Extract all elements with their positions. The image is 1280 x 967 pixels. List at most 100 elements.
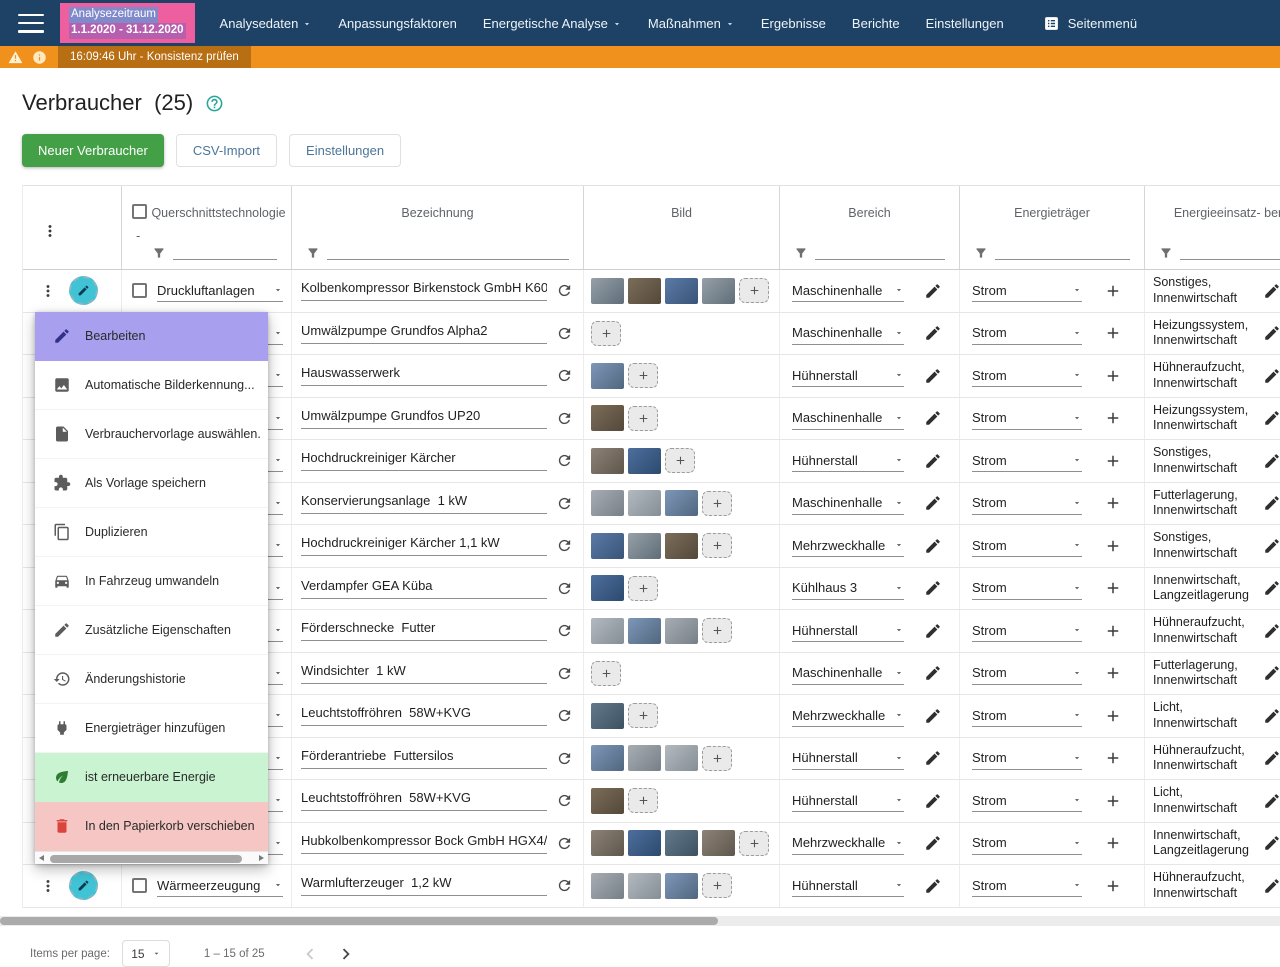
menu-item-in-den-papierkorb-verschieben[interactable]: In den Papierkorb verschieben [35,802,268,851]
add-energietraeger-button[interactable] [1104,282,1122,300]
refresh-name-button[interactable] [556,537,573,554]
name-input[interactable]: Umwälzpumpe Grundfos UP20 [301,408,547,429]
header-menu-button[interactable] [41,222,59,240]
energietraeger-select[interactable]: Strom [972,364,1082,387]
filter-icon[interactable] [794,246,808,260]
name-input[interactable]: Verdampfer GEA Küba [301,578,547,599]
filter-input[interactable] [815,248,945,260]
add-image-button[interactable] [628,406,658,431]
filter-input[interactable] [995,248,1130,260]
energietraeger-select[interactable]: Strom [972,407,1082,430]
add-energietraeger-button[interactable] [1104,834,1122,852]
bereich-select[interactable]: Mehrzweckhalle [792,832,904,855]
refresh-name-button[interactable] [556,877,573,894]
edit-bereich-button[interactable] [924,792,942,810]
energietraeger-select[interactable]: Strom [972,619,1082,642]
settings-button[interactable]: Einstellungen [289,134,401,167]
nav-item-einstellungen[interactable]: Einstellungen [913,0,1017,46]
menu-item-ist-erneuerbare-energie[interactable]: ist erneuerbare Energie [35,753,268,802]
edit-bereich-button[interactable] [924,282,942,300]
nav-item-anpassungsfaktoren[interactable]: Anpassungsfaktoren [325,0,470,46]
menu-scrollbar-thumb[interactable] [50,855,242,863]
add-energietraeger-button[interactable] [1104,622,1122,640]
energietraeger-select[interactable]: Strom [972,704,1082,727]
add-image-button[interactable] [628,788,658,813]
menu-item-energieträger-hinzufügen[interactable]: Energieträger hinzufügen [35,704,268,753]
add-energietraeger-button[interactable] [1104,452,1122,470]
edit-bereich-button[interactable] [924,877,942,895]
name-input[interactable]: Konservierungsanlage 1 kW [301,493,547,514]
image-thumbnail[interactable] [665,618,698,644]
row-menu-button[interactable] [39,282,57,300]
add-energietraeger-button[interactable] [1104,792,1122,810]
image-thumbnail[interactable] [628,278,661,304]
image-thumbnail[interactable] [591,873,624,899]
edit-energieeinsatz-button[interactable] [1263,622,1280,640]
refresh-name-button[interactable] [556,495,573,512]
image-thumbnail[interactable] [628,490,661,516]
new-consumer-button[interactable]: Neuer Verbraucher [22,134,164,167]
image-thumbnail[interactable] [591,830,624,856]
refresh-name-button[interactable] [556,792,573,809]
refresh-name-button[interactable] [556,282,573,299]
edit-energieeinsatz-button[interactable] [1263,749,1280,767]
bereich-select[interactable]: Hühnerstall [792,449,904,472]
refresh-name-button[interactable] [556,750,573,767]
bereich-select[interactable]: Hühnerstall [792,364,904,387]
edit-energieeinsatz-button[interactable] [1263,367,1280,385]
bereich-select[interactable]: Kühlhaus 3 [792,577,904,600]
edit-energieeinsatz-button[interactable] [1263,664,1280,682]
edit-bereich-button[interactable] [924,537,942,555]
edit-row-button[interactable] [69,871,98,900]
edit-bereich-button[interactable] [924,494,942,512]
edit-energieeinsatz-button[interactable] [1263,877,1280,895]
image-thumbnail[interactable] [702,278,735,304]
edit-bereich-button[interactable] [924,622,942,640]
nav-item-ergebnisse[interactable]: Ergebnisse [748,0,839,46]
next-page-button[interactable] [335,943,357,965]
bereich-select[interactable]: Mehrzweckhalle [792,704,904,727]
refresh-name-button[interactable] [556,452,573,469]
image-thumbnail[interactable] [628,618,661,644]
filter-input[interactable] [173,248,277,260]
name-input[interactable]: Windsichter 1 kW [301,663,547,684]
refresh-name-button[interactable] [556,325,573,342]
scroll-left-arrow[interactable] [39,855,44,861]
image-thumbnail[interactable] [591,745,624,771]
bereich-select[interactable]: Hühnerstall [792,619,904,642]
image-thumbnail[interactable] [665,873,698,899]
horizontal-scrollbar[interactable] [0,916,1280,926]
energietraeger-select[interactable]: Strom [972,832,1082,855]
help-icon[interactable] [205,94,224,113]
bereich-select[interactable]: Maschinenhalle [792,322,904,345]
refresh-name-button[interactable] [556,835,573,852]
add-image-button[interactable] [628,703,658,728]
image-thumbnail[interactable] [628,830,661,856]
menu-item-duplizieren[interactable]: Duplizieren [35,508,268,557]
nav-item-analysedaten[interactable]: Analysedaten [207,0,326,46]
add-energietraeger-button[interactable] [1104,707,1122,725]
nav-item-maßnahmen[interactable]: Maßnahmen [635,0,748,46]
add-energietraeger-button[interactable] [1104,579,1122,597]
add-energietraeger-button[interactable] [1104,409,1122,427]
filter-icon[interactable] [974,246,988,260]
add-energietraeger-button[interactable] [1104,537,1122,555]
image-thumbnail[interactable] [591,405,624,431]
row-menu-button[interactable] [39,877,57,895]
add-image-button[interactable] [702,491,732,516]
name-input[interactable]: Hochdruckreiniger Kärcher [301,450,547,471]
name-input[interactable]: Förderantriebe Futtersilos [301,748,547,769]
select-all-checkbox[interactable] [132,204,147,219]
name-input[interactable]: Kolbenkompressor Birkenstock GmbH K60/15 [301,280,547,301]
image-thumbnail[interactable] [702,830,735,856]
name-input[interactable]: Hubkolbenkompressor Bock GmbH HGX4/465 [301,833,547,854]
bereich-select[interactable]: Mehrzweckhalle [792,534,904,557]
energietraeger-select[interactable]: Strom [972,322,1082,345]
image-thumbnail[interactable] [591,703,624,729]
image-thumbnail[interactable] [665,745,698,771]
add-image-button[interactable] [702,618,732,643]
row-checkbox[interactable] [132,878,147,893]
edit-bereich-button[interactable] [924,409,942,427]
add-image-button[interactable] [702,873,732,898]
bereich-select[interactable]: Maschinenhalle [792,407,904,430]
